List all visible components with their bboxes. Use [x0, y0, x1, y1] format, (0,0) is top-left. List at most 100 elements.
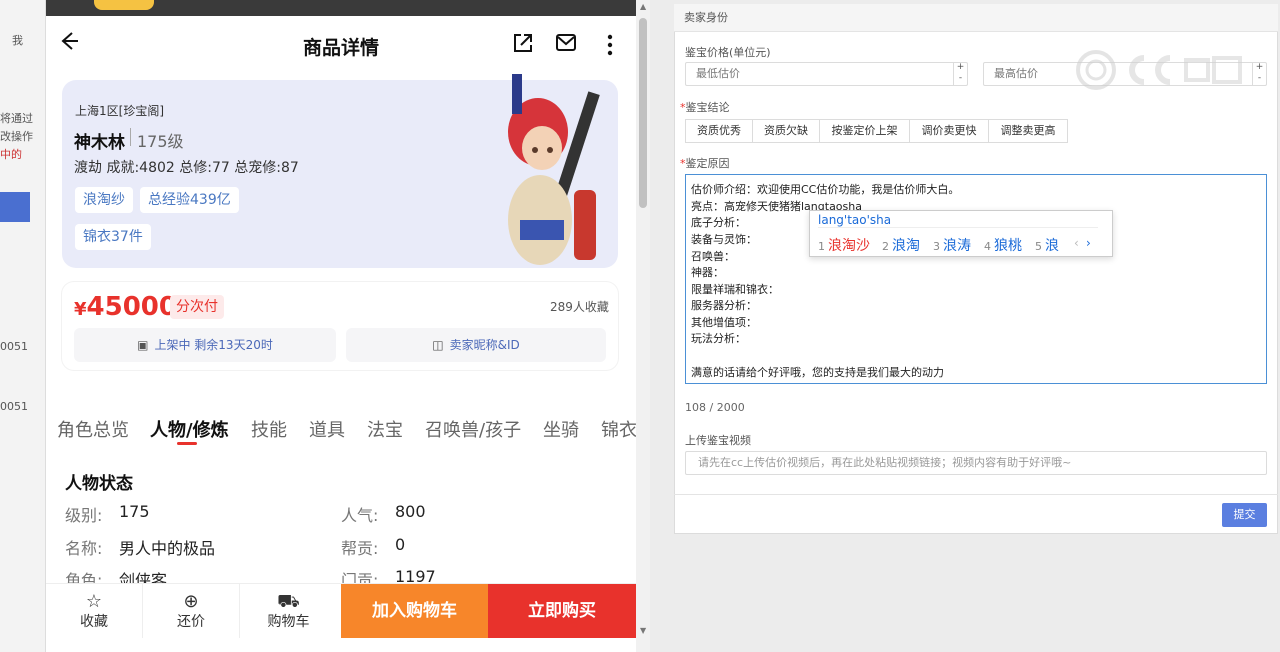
reason-label: *鉴定原因 [680, 157, 730, 170]
tag[interactable]: 锦衣37件 [75, 224, 151, 250]
ime-candidate[interactable]: 5浪 [1035, 235, 1059, 255]
seller-button[interactable]: ◫ 卖家昵称&ID [346, 328, 606, 362]
role-name: 神木林 [74, 133, 125, 153]
reason-line: 其他增值项： [691, 316, 757, 329]
status-bar [46, 0, 636, 16]
background-text: 将通过 [0, 112, 33, 125]
conclusion-option[interactable]: 资质欠缺 [752, 119, 820, 143]
attr-value: 800 [395, 502, 426, 521]
reason-line: 玩法分析： [691, 332, 746, 345]
tab-character[interactable]: 人物/修炼 [150, 416, 229, 442]
price: ¥45000 [74, 292, 177, 322]
scrollbar-thumb[interactable] [639, 18, 647, 208]
mail-icon[interactable] [555, 33, 577, 57]
ime-candidate[interactable]: 1 浪淘沙 [818, 235, 870, 255]
listing-status-label: 上架中 剩余13天20时 [154, 338, 273, 352]
tab-skills[interactable]: 技能 [251, 416, 287, 442]
yuan-coin-icon: ⊕ [183, 591, 199, 612]
attr-value: 175 [119, 502, 150, 521]
shop-icon: ◫ [432, 338, 444, 352]
star-icon: ☆ [85, 591, 103, 612]
ime-candidate[interactable]: 3 浪涛 [933, 235, 971, 255]
tab-outfits[interactable]: 锦衣 [601, 416, 636, 442]
reason-line: 满意的话请给个好评哦，您的支持是我们最大的动力 [691, 366, 944, 379]
more-icon[interactable] [606, 34, 614, 60]
reason-line: 神器： [691, 266, 724, 279]
divider [130, 128, 131, 146]
background-text: 改操作 [0, 130, 33, 143]
submit-button[interactable]: 提交 [1222, 503, 1267, 527]
scroll-down-icon[interactable]: ▼ [640, 626, 646, 635]
video-label: 上传鉴宝视频 [685, 434, 751, 447]
video-link-input[interactable]: 请先在cc上传估价视频后，再在此处粘贴视频链接；视频内容有助于好评哦~ [685, 451, 1267, 475]
tab-pets[interactable]: 召唤兽/孩子 [425, 416, 521, 442]
favorites-count: 289人收藏 [550, 300, 609, 314]
conclusion-option[interactable]: 按鉴定价上架 [819, 119, 910, 143]
ime-candidate[interactable]: 2 浪淘 [882, 235, 920, 255]
ime-next-page-icon[interactable]: › [1086, 236, 1091, 250]
phone-screen: 商品详情 上海1区[珍宝阁] 神木林 175级 渡劫 成就:4802 总修:77… [46, 0, 636, 652]
max-price-stepper[interactable]: + - [1252, 62, 1266, 86]
cart-label: 购物车 [267, 614, 310, 630]
ime-candidate[interactable]: 4 狼桃 [984, 235, 1022, 255]
reason-line: 估价师介绍：欢迎使用CC估价功能，我是估价师大白。 [691, 183, 960, 196]
reason-line: 召唤兽： [691, 250, 735, 263]
page-title: 商品详情 [302, 37, 379, 59]
background-text: 0051 [0, 340, 28, 353]
ime-prev-page-icon[interactable]: ‹ [1074, 236, 1079, 250]
attr-key: 名称: [65, 539, 103, 558]
section-title: 人物状态 [65, 474, 133, 494]
price-amount: 45000 [86, 292, 177, 322]
conclusion-label: *鉴宝结论 [680, 101, 730, 114]
background-text: 我 [12, 34, 23, 47]
min-price-input[interactable]: 最低估价 [685, 62, 968, 86]
form-section-title: 卖家身份 [674, 4, 1278, 32]
calendar-icon: ▣ [137, 338, 149, 352]
favorite-label: 收藏 [80, 614, 108, 630]
background-text: 0051 [0, 400, 28, 413]
seller-label: 卖家昵称&ID [449, 338, 520, 352]
currency-symbol: ¥ [74, 299, 87, 320]
tab-mounts[interactable]: 坐骑 [543, 416, 579, 442]
reason-line: 限量祥瑞和锦衣： [691, 283, 779, 296]
reason-line: 底子分析： [691, 216, 746, 229]
conclusion-option[interactable]: 调价卖更快 [909, 119, 989, 143]
bargain-label: 还价 [177, 614, 205, 630]
character-avatar [490, 70, 616, 270]
buy-now-button[interactable]: 立即购买 [488, 584, 636, 638]
cart-icon: ⛟ [277, 591, 300, 612]
add-to-cart-button[interactable]: 加入购物车 [341, 584, 488, 638]
scroll-up-icon[interactable]: ▲ [640, 2, 646, 11]
conclusion-option[interactable]: 调整卖更高 [988, 119, 1068, 143]
installment-badge[interactable]: 分次付 [170, 295, 224, 319]
tab-treasure[interactable]: 法宝 [367, 416, 403, 442]
conclusion-option[interactable]: 资质优秀 [685, 119, 753, 143]
background-window: 我 将通过 改操作 中的 0051 0051 [0, 0, 46, 652]
tab-role-overview[interactable]: 角色总览 [57, 416, 129, 442]
background-button [0, 192, 30, 222]
attr-key: 级别: [65, 506, 103, 525]
tag[interactable]: 浪淘纱 [75, 187, 133, 213]
tab-items[interactable]: 道具 [309, 416, 345, 442]
attr-key: 帮贡: [341, 539, 379, 558]
share-icon[interactable] [512, 32, 534, 58]
reason-line: 装备与灵饰： [691, 233, 757, 246]
attr-value: 0 [395, 535, 406, 554]
cart-button[interactable]: ⛟ 购物车 [240, 583, 337, 638]
listing-status-button[interactable]: ▣ 上架中 剩余13天20时 [74, 328, 336, 362]
server-name: 上海1区[珍宝阁] [75, 104, 164, 118]
bargain-button[interactable]: ⊕ 还价 [143, 583, 240, 638]
role-level: 175级 [137, 132, 184, 151]
min-price-stepper[interactable]: + - [953, 62, 967, 86]
price-label: 鉴宝价格(单位元) [685, 46, 771, 59]
background-text: 中的 [0, 148, 22, 161]
role-stats: 渡劫 成就:4802 总修:77 总宠修:87 [74, 160, 299, 176]
reason-line: 服务器分析： [691, 299, 757, 312]
watermark-logo [1074, 48, 1254, 92]
tag[interactable]: 总经验439亿 [140, 187, 239, 213]
ime-composition: lang'tao'sha [818, 213, 1098, 228]
favorite-button[interactable]: ☆ 收藏 [46, 583, 143, 638]
attr-value: 男人中的极品 [119, 539, 216, 558]
attr-key: 人气: [341, 506, 379, 525]
char-count: 108 / 2000 [685, 401, 745, 414]
